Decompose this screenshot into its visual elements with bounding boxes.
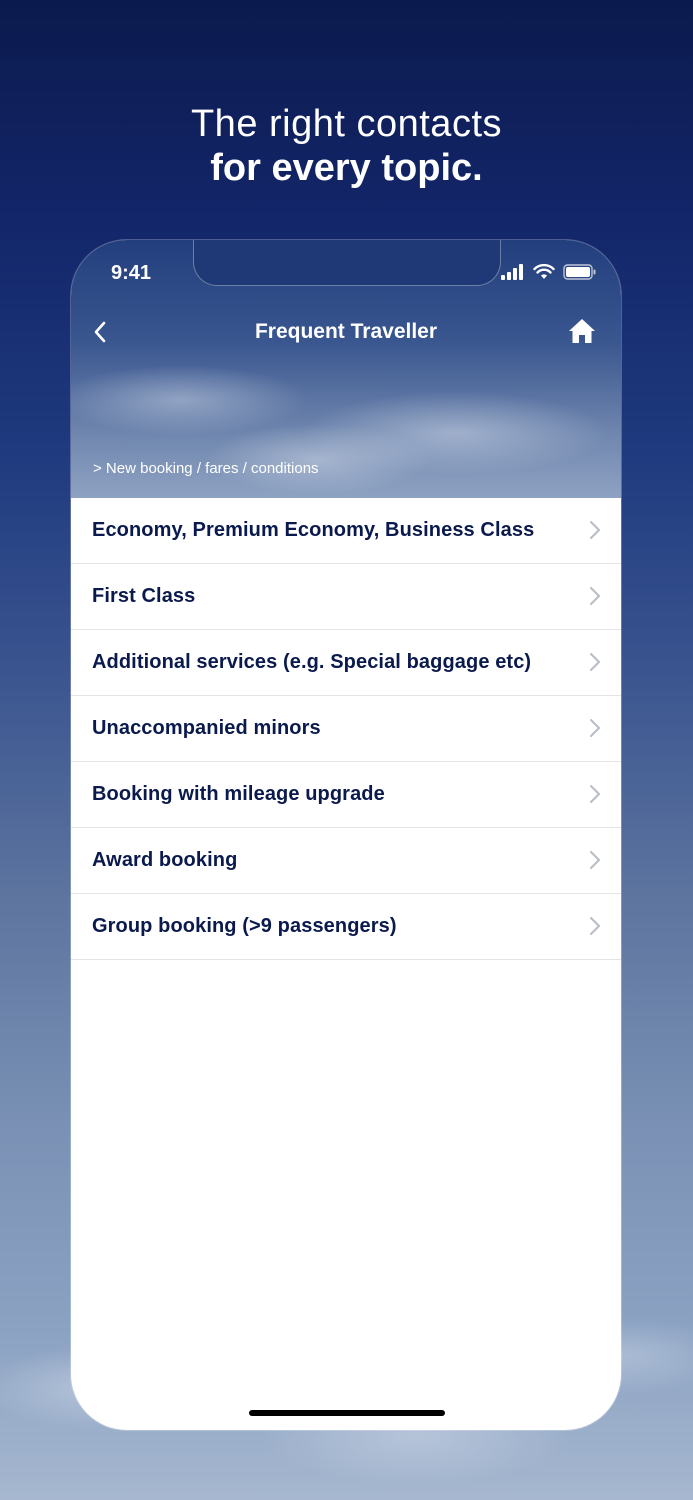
list-item-economy[interactable]: Economy, Premium Economy, Business Class [71,498,621,564]
status-time: 9:41 [111,262,152,284]
list-item-first-class[interactable]: First Class [71,564,621,630]
list-item-award-booking[interactable]: Award booking [71,828,621,894]
list-item-unaccompanied-minors[interactable]: Unaccompanied minors [71,696,621,762]
headline: The right contacts for every topic. [0,102,693,190]
list-item-label: First Class [92,585,196,607]
list-item-additional-services[interactable]: Additional services (e.g. Special baggag… [71,630,621,696]
status-icons [501,264,597,280]
headline-line-1: The right contacts [190,103,503,145]
list-item-label: Unaccompanied minors [92,717,321,739]
list-item-label: Economy, Premium Economy, Business Class [92,519,535,541]
menu-list: Economy, Premium Economy, Business Class… [71,498,621,960]
list-item-label: Award booking [92,849,238,871]
chevron-right-icon [590,851,600,869]
list-item-label: Additional services (e.g. Special baggag… [92,651,532,673]
list-item-group-booking[interactable]: Group booking (>9 passengers) [71,894,621,960]
chevron-right-icon [590,719,600,737]
phone-notch [193,240,501,286]
list-item-label: Group booking (>9 passengers) [92,915,397,937]
home-button[interactable] [567,317,597,345]
list-item-label: Booking with mileage upgrade [92,783,385,805]
signal-icon [501,264,523,280]
chevron-right-icon [590,587,600,605]
home-icon [569,319,595,343]
breadcrumb: > New booking / fares / conditions [93,460,319,477]
headline-line-2: for every topic. [210,147,483,189]
chevron-right-icon [590,785,600,803]
page-title: Frequent Traveller [254,320,438,343]
battery-icon [563,264,596,280]
chevron-right-icon [590,653,600,671]
wifi-icon [533,264,555,279]
chevron-right-icon [590,521,600,539]
phone-frame: 9:41 Frequent Traveller > New booking / … [71,240,621,1430]
list-item-mileage-upgrade[interactable]: Booking with mileage upgrade [71,762,621,828]
home-indicator[interactable] [249,1410,445,1416]
chevron-right-icon [590,917,600,935]
